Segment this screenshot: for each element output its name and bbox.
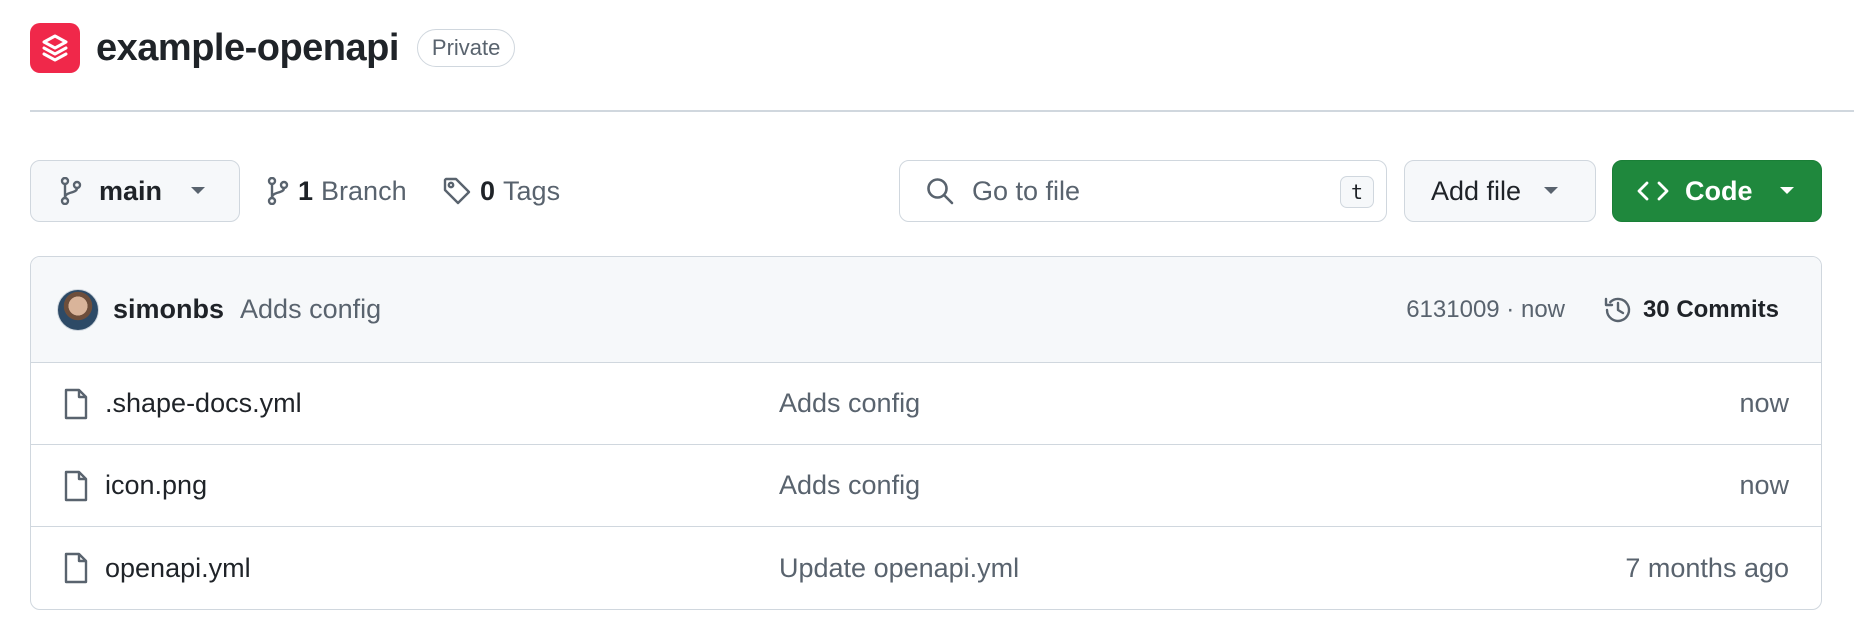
tags-label: Tags (503, 175, 561, 206)
file-commit-message[interactable]: Update openapi.yml (779, 553, 1019, 584)
go-to-file-search[interactable]: t (899, 160, 1387, 222)
git-branch-icon (266, 177, 290, 205)
tag-icon (442, 176, 472, 206)
search-icon (926, 177, 954, 205)
file-commit-time: 7 months ago (1625, 552, 1789, 583)
file-table: simonbs Adds config 6131009 · now 30 Com… (30, 256, 1822, 610)
file-icon (63, 552, 89, 584)
layers-logo-icon[interactable] (30, 23, 80, 73)
file-name-link[interactable]: .shape-docs.yml (105, 388, 302, 419)
file-commit-time: now (1739, 388, 1789, 418)
file-commit-time: now (1739, 470, 1789, 500)
visibility-badge: Private (416, 29, 516, 67)
tags-count: 0 (480, 175, 496, 206)
search-input[interactable] (972, 175, 1312, 207)
latest-commit-bar: simonbs Adds config 6131009 · now 30 Com… (31, 257, 1821, 363)
branches-count: 1 (298, 175, 314, 206)
history-icon (1603, 295, 1633, 325)
chevron-down-icon (1779, 186, 1795, 196)
add-file-button[interactable]: Add file (1404, 160, 1596, 222)
code-button[interactable]: Code (1612, 160, 1822, 222)
branches-link[interactable]: 1 Branch (266, 160, 407, 222)
table-row[interactable]: .shape-docs.yml Adds config now (31, 363, 1821, 445)
commit-hash-time[interactable]: 6131009 · now (1406, 296, 1565, 324)
commit-author[interactable]: simonbs (113, 294, 224, 325)
file-name-link[interactable]: openapi.yml (105, 553, 251, 584)
file-icon (63, 388, 89, 420)
tags-link[interactable]: 0 Tags (442, 160, 560, 222)
commits-history-link[interactable]: 30 Commits (1603, 295, 1779, 325)
repo-name[interactable]: example-openapi (96, 27, 399, 70)
code-brackets-icon (1637, 179, 1669, 203)
branch-select-button[interactable]: main (30, 160, 240, 222)
commits-count-label: 30 Commits (1642, 295, 1779, 323)
branches-label: Branch (321, 175, 407, 206)
file-commit-message[interactable]: Adds config (779, 388, 920, 419)
file-name-link[interactable]: icon.png (105, 470, 207, 501)
repo-header: example-openapi Private (30, 22, 516, 74)
add-file-label: Add file (1431, 175, 1522, 206)
chevron-down-icon (1543, 186, 1559, 196)
code-label: Code (1685, 175, 1753, 206)
chevron-down-icon (190, 186, 206, 196)
commit-message[interactable]: Adds config (240, 294, 381, 325)
header-divider (30, 110, 1854, 112)
table-row[interactable]: icon.png Adds config now (31, 445, 1821, 527)
avatar[interactable] (57, 288, 99, 331)
file-icon (63, 470, 89, 502)
repository-page: example-openapi Private main 1 Branch 0 … (0, 0, 1854, 636)
table-row[interactable]: openapi.yml Update openapi.yml 7 months … (31, 527, 1821, 609)
branch-name: main (99, 175, 163, 206)
keyboard-shortcut-hint: t (1340, 176, 1374, 208)
file-commit-message[interactable]: Adds config (779, 470, 920, 501)
git-branch-icon (59, 177, 83, 205)
